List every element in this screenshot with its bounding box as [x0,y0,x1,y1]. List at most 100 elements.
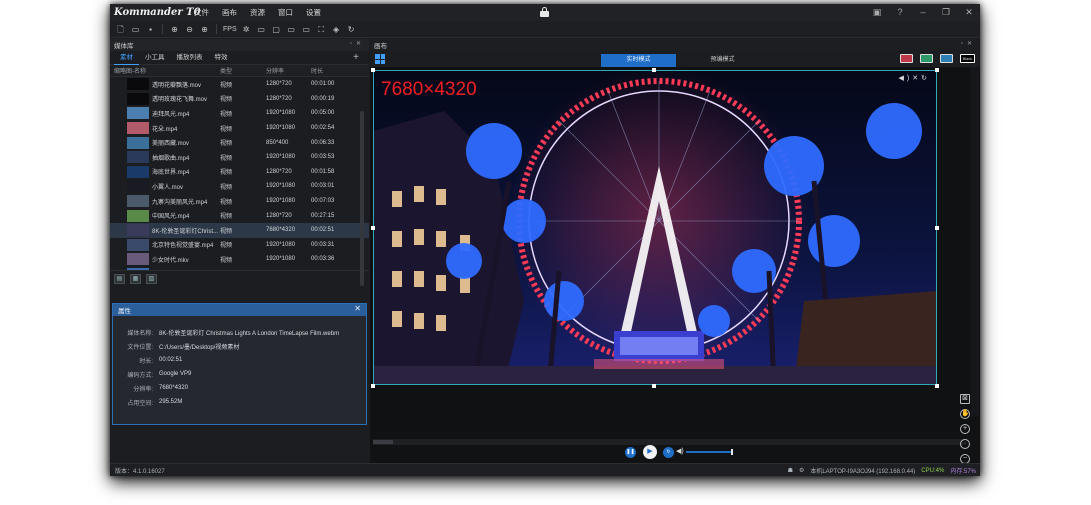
table-row[interactable]: 花朵.mp4 视频 1920*1080 00:02:54 [110,121,369,136]
volume-icon[interactable]: ◀) [676,448,684,455]
message-icon[interactable]: ▢ [271,24,282,35]
green-screen-button[interactable] [920,54,933,63]
resize-handle[interactable] [371,68,375,72]
col-name-header[interactable]: 缩略图-名称 [110,66,220,75]
resize-handle[interactable] [652,68,656,72]
tab-materials[interactable]: 素材 [114,51,139,65]
monitor-icon[interactable]: ▭ [286,24,297,35]
grid-layout-icon[interactable] [375,54,385,64]
tab-widgets[interactable]: 小工具 [139,51,171,65]
media-thumbnail [127,238,149,251]
panel-title: 媒体库 [114,43,134,50]
app-logo: Kommander T0 [114,7,201,18]
open-folder-icon[interactable]: ▭ [130,24,141,35]
pause-icon[interactable]: ❚❚ [625,447,636,458]
menu-settings[interactable]: 设置 [302,7,330,18]
tab-preview-mode[interactable]: 预编模式 [685,54,760,67]
table-row[interactable]: 美丽西藏.mov 视频 850*400 00:06:33 [110,135,369,150]
screen-icon[interactable]: ▭ [256,24,267,35]
add-circle-icon[interactable]: ⊕ [199,24,210,35]
table-row[interactable]: 抽烟歌曲.mp4 视频 1920*1080 00:03:53 [110,150,369,165]
pan-hand-icon[interactable]: ✋ [960,409,970,419]
media-resolution: 1920*1080 [266,110,296,117]
media-name-cell: 抽烟歌曲.mp4 [110,151,220,164]
folder-icon[interactable]: ▭ [301,24,312,35]
table-row[interactable]: 北京特色视觉盛宴.mp4 视频 1920*1080 00:03:31 [110,238,369,253]
menu-file[interactable]: 文件 [190,7,218,18]
media-name-cell: 8K-伦敦圣诞彩灯Christ... [110,224,220,237]
layers-icon[interactable]: ◈ [331,24,342,35]
resize-handle[interactable] [935,384,939,388]
canvas-panel-controls[interactable]: ▫✕ [961,40,976,47]
menu-canvas[interactable]: 画布 [218,7,246,18]
new-file-icon[interactable]: 🗋 [115,24,126,35]
media-duration: 00:06:33 [311,139,335,146]
video-overlay-icons[interactable]: ◀)✕↻ [899,74,930,82]
media-thumbnail [127,195,149,208]
fit-screen-icon[interactable]: ⊠ [960,394,970,404]
loop-icon[interactable]: ↻ [663,447,674,458]
col-res-header[interactable]: 分辨率 [266,66,311,75]
table-row[interactable]: 8K-伦敦圣诞彩灯Christ... 视频 7680*4320 00:02:51 [110,222,369,238]
refresh-icon[interactable]: ↻ [346,24,357,35]
tab-effects[interactable]: 特效 [209,51,234,65]
blue-screen-button[interactable] [940,54,953,63]
zoom-in-icon[interactable]: + [960,424,970,434]
black-screen-button[interactable]: Black [960,54,975,63]
resize-handle[interactable] [371,384,375,388]
red-screen-button[interactable] [900,54,913,63]
property-value: 00:02:51 [159,357,183,363]
settings-icon[interactable]: ⚙ [799,467,804,474]
remove-icon[interactable]: ⊖ [184,24,195,35]
save-icon[interactable]: ▪ [145,24,156,35]
media-list-scrollbar[interactable] [360,111,364,286]
fps-button[interactable]: FPS [223,24,237,35]
volume-slider-handle[interactable] [731,449,733,455]
add-media-icon[interactable]: + [347,51,365,65]
lock-icon[interactable] [540,7,549,17]
menu-resources[interactable]: 资源 [246,7,274,18]
thumbnail-view-icon[interactable]: ▦ [130,273,141,284]
toolbar: 🗋 ▭ ▪ ⊕ ⊖ ⊕ FPS ✲ ▭ ▢ ▭ ▭ ⛶ ◈ ↻ [110,21,980,38]
tab-live-mode[interactable]: 实时模式 [601,54,676,67]
table-row[interactable]: 小翼人.mov 视频 1920*1080 00:03:01 [110,179,369,194]
network-icon[interactable]: ⛶ [316,24,327,35]
resize-handle[interactable] [371,226,375,230]
col-dur-header[interactable]: 时长 [311,66,361,75]
close-icon[interactable]: ✕ [964,7,974,17]
canvas-v-scrollbar[interactable] [971,67,979,417]
close-properties-icon[interactable]: ✕ [354,304,361,313]
resize-handle[interactable] [935,226,939,230]
table-row[interactable]: 透明花瓣飘落.mov 视频 1280*720 00:01:00 [110,77,369,92]
col-type-header[interactable]: 类型 [220,66,266,75]
large-view-icon[interactable]: ▧ [146,273,157,284]
tab-playlist[interactable]: 播放列表 [171,51,209,65]
minimize-icon[interactable]: – [918,7,928,17]
list-view-icon[interactable]: ▤ [114,273,125,284]
table-row[interactable]: 透明玫瑰花飞舞.mov 视频 1280*720 00:00:19 [110,92,369,107]
video-preview[interactable]: 7680×4320 ◀)✕↻ [373,70,937,385]
media-name: 少女时代.mkv [152,257,189,264]
media-duration: 00:03:31 [311,241,335,248]
users-icon[interactable]: ☗ [788,467,793,474]
canvas-stage[interactable]: 7680×4320 ◀)✕↻ ⊠ ✋ + · − [370,67,970,464]
play-icon[interactable]: ▶ [643,445,657,459]
save-layout-icon[interactable]: ▣ [872,7,882,17]
table-row[interactable]: 少女时代.mkv 视频 1920*1080 00:03:36 [110,252,369,267]
resize-handle[interactable] [935,68,939,72]
gear-icon[interactable]: ✲ [241,24,252,35]
volume-slider[interactable] [686,449,733,455]
media-duration: 00:00:19 [311,95,335,102]
table-row[interactable]: 海底世界.mp4 视频 1280*720 00:01:58 [110,165,369,180]
menu-window[interactable]: 窗口 [274,7,302,18]
help-icon[interactable]: ? [895,7,905,17]
table-row[interactable]: 中国风光.mp4 视频 1280*720 00:27:15 [110,208,369,223]
table-row[interactable]: 九寨沟美丽风光.mp4 视频 1920*1080 00:07:03 [110,194,369,209]
maximize-icon[interactable]: ❐ [941,7,951,17]
panel-controls[interactable]: ▫✕ [350,40,365,47]
media-name: 九寨沟美丽风光.mp4 [152,199,208,206]
table-row[interactable]: 迪拜风光.mp4 视频 1920*1080 00:05:00 [110,106,369,121]
resize-handle[interactable] [652,384,656,388]
add-icon[interactable]: ⊕ [169,24,180,35]
property-key: 文件位置: [127,344,153,351]
